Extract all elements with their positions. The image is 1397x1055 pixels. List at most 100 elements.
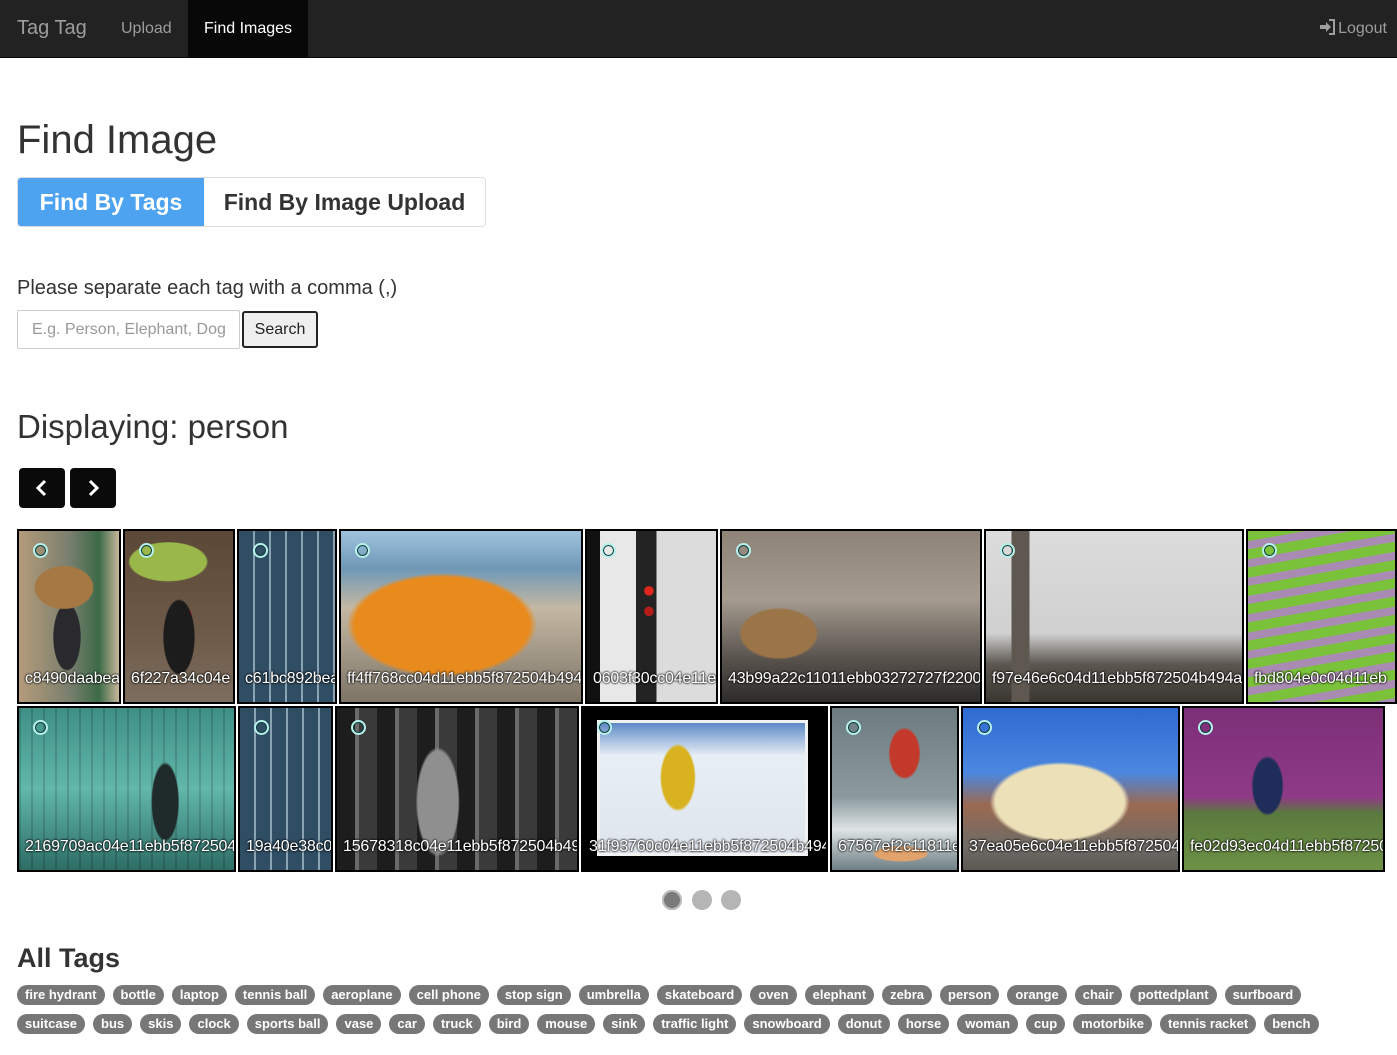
select-circle-icon[interactable] — [351, 720, 366, 735]
tab-find-by-image-upload[interactable]: Find By Image Upload — [204, 178, 485, 226]
carousel-dot-1[interactable] — [662, 890, 682, 910]
tag-badge[interactable]: vase — [336, 1014, 382, 1034]
tag-badge[interactable]: aeroplane — [323, 985, 401, 1005]
logout-label: Logout — [1338, 20, 1387, 37]
tag-badge[interactable]: fire hydrant — [17, 985, 105, 1005]
image-tile[interactable]: fe02d93ec04d11ebb5f87250 — [1182, 706, 1385, 872]
select-circle-icon[interactable] — [601, 543, 616, 558]
tag-badge[interactable]: bench — [1264, 1014, 1319, 1034]
image-tile[interactable]: 43b99a22c11011ebb03272727f2200 — [720, 529, 982, 704]
tag-list: suitcase bus skis clock sports ball vase car tr… — [17, 1014, 1319, 1034]
image-caption: fbd804e0c04d11eb — [1254, 670, 1387, 687]
tag-badge[interactable]: zebra — [882, 985, 933, 1005]
select-circle-icon[interactable] — [1262, 543, 1277, 558]
image-tile[interactable]: 0603f30cc04e11e — [585, 529, 718, 704]
tag-badge[interactable]: person — [940, 985, 1000, 1005]
tag-list: fire hydrant bottle laptop tennis ball aerop… — [17, 985, 1302, 1005]
image-tile[interactable]: 2169709ac04e11ebb5f872504 — [17, 706, 236, 872]
tag-badge[interactable]: bird — [488, 1014, 530, 1034]
image-tile[interactable]: c8490daabea — [17, 529, 121, 704]
carousel-dot-2[interactable] — [692, 890, 712, 910]
displaying-heading: Displaying: person — [17, 408, 289, 445]
tag-badge[interactable]: cup — [1026, 1014, 1066, 1034]
tag-badge[interactable]: bottle — [112, 985, 164, 1005]
image-caption: ff4ff768cc04d11ebb5f872504b494a — [347, 670, 583, 687]
tag-badge[interactable]: suitcase — [17, 1014, 86, 1034]
tag-badge[interactable]: umbrella — [578, 985, 649, 1005]
tag-badge[interactable]: pottedplant — [1129, 985, 1217, 1005]
select-circle-icon[interactable] — [253, 543, 268, 558]
next-page-button[interactable] — [70, 468, 116, 508]
image-caption: 2169709ac04e11ebb5f872504 — [25, 838, 236, 855]
tag-badge[interactable]: oven — [750, 985, 797, 1005]
select-circle-icon[interactable] — [977, 720, 992, 735]
tag-badge[interactable]: truck — [432, 1014, 481, 1034]
image-tile[interactable]: c61bc892bea — [237, 529, 337, 704]
image-caption: c61bc892bea — [245, 670, 337, 687]
image-caption: 19a40e38c0 — [246, 838, 333, 855]
select-circle-icon[interactable] — [139, 543, 154, 558]
nav-upload-link[interactable]: Upload — [105, 0, 188, 57]
tag-badge[interactable]: donut — [837, 1014, 890, 1034]
tag-badge[interactable]: sink — [603, 1014, 646, 1034]
image-tile[interactable]: 37ea05e6c04e11ebb5f872504 — [961, 706, 1180, 872]
select-circle-icon[interactable] — [33, 720, 48, 735]
chevron-right-icon — [88, 479, 100, 497]
search-button[interactable]: Search — [242, 311, 318, 348]
tag-badge[interactable]: cell phone — [408, 985, 489, 1005]
tag-badge[interactable]: chair — [1074, 985, 1122, 1005]
select-circle-icon[interactable] — [33, 543, 48, 558]
tag-badge[interactable]: skis — [140, 1014, 182, 1034]
tag-badge[interactable]: mouse — [537, 1014, 596, 1034]
previous-page-button[interactable] — [19, 468, 65, 508]
tag-badge[interactable]: surfboard — [1224, 985, 1302, 1005]
select-circle-icon[interactable] — [254, 720, 269, 735]
tag-badge[interactable]: horse — [897, 1014, 950, 1034]
image-tile[interactable]: 19a40e38c0 — [238, 706, 333, 872]
photo-snowboarder — [597, 720, 808, 856]
tag-badge[interactable]: bus — [93, 1014, 133, 1034]
tag-badge[interactable]: motorbike — [1073, 1014, 1152, 1034]
tag-badge[interactable]: orange — [1007, 985, 1067, 1005]
tag-badge[interactable]: stop sign — [496, 985, 571, 1005]
image-tile[interactable]: f97e46e6c04d11ebb5f872504b494a — [984, 529, 1244, 704]
carousel-dot-3[interactable] — [721, 890, 741, 910]
tag-badge[interactable]: car — [389, 1014, 425, 1034]
image-caption: 15678318c04e11ebb5f872504b49 — [343, 838, 579, 855]
tag-badge[interactable]: woman — [957, 1014, 1019, 1034]
image-tile[interactable]: 6f227a34c04e — [123, 529, 235, 704]
tag-badge[interactable]: tennis ball — [234, 985, 316, 1005]
select-circle-icon[interactable] — [355, 543, 370, 558]
image-caption: fe02d93ec04d11ebb5f87250 — [1190, 838, 1385, 855]
tag-badge[interactable]: snowboard — [744, 1014, 830, 1034]
logout-link[interactable]: Logout — [1319, 0, 1387, 57]
tab-find-by-tags[interactable]: Find By Tags — [18, 178, 204, 226]
tag-badge[interactable]: clock — [189, 1014, 239, 1034]
image-tile[interactable]: 31f93760c04e11ebb5f872504b494 — [581, 706, 828, 872]
image-tile[interactable]: 67567ef2c11811e — [830, 706, 959, 872]
select-circle-icon[interactable] — [597, 720, 612, 735]
tag-search-input[interactable] — [17, 310, 240, 349]
image-tile[interactable]: 15678318c04e11ebb5f872504b49 — [335, 706, 579, 872]
tag-badge[interactable]: elephant — [804, 985, 875, 1005]
tag-badge[interactable]: traffic light — [653, 1014, 737, 1034]
select-circle-icon[interactable] — [1000, 543, 1015, 558]
image-tile[interactable]: fbd804e0c04d11eb — [1246, 529, 1397, 704]
select-circle-icon[interactable] — [1198, 720, 1213, 735]
image-caption: 67567ef2c11811e — [838, 838, 959, 855]
select-circle-icon[interactable] — [846, 720, 861, 735]
tag-badge[interactable]: skateboard — [656, 985, 743, 1005]
tag-badge[interactable]: tennis racket — [1160, 1014, 1257, 1034]
search-mode-tabs: Find By Tags Find By Image Upload — [17, 177, 486, 227]
all-tags-heading: All Tags — [17, 943, 121, 973]
image-caption: c8490daabea — [25, 670, 120, 687]
tag-badge[interactable]: laptop — [171, 985, 227, 1005]
image-tile[interactable]: ff4ff768cc04d11ebb5f872504b494a — [339, 529, 583, 704]
image-caption: 0603f30cc04e11e — [593, 670, 717, 687]
image-caption: 43b99a22c11011ebb03272727f2200 — [728, 670, 982, 687]
image-caption: 37ea05e6c04e11ebb5f872504 — [969, 838, 1180, 855]
nav-find-images-link[interactable]: Find Images — [188, 0, 309, 57]
brand-link[interactable]: Tag Tag — [17, 17, 87, 40]
select-circle-icon[interactable] — [736, 543, 751, 558]
tag-badge[interactable]: sports ball — [246, 1014, 329, 1034]
